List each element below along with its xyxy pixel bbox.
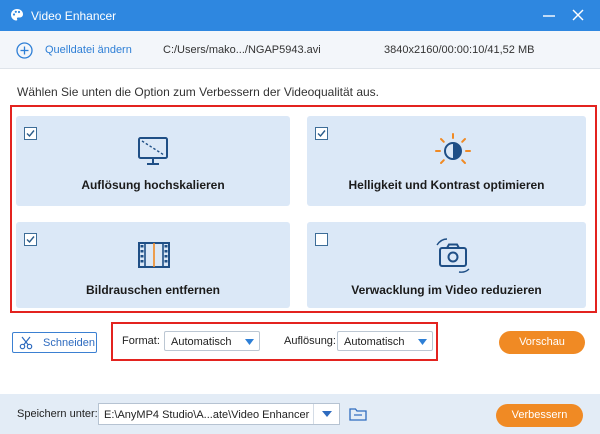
- resolution-value: Automatisch: [344, 336, 405, 348]
- title-bar: Video Enhancer: [0, 0, 600, 31]
- source-path: C:/Users/mako.../NGAP5943.avi: [163, 44, 321, 56]
- cut-button[interactable]: Schneiden: [12, 332, 97, 353]
- format-label: Format:: [122, 335, 160, 347]
- resolution-select[interactable]: Automatisch: [337, 331, 433, 351]
- palette-icon: [11, 9, 23, 21]
- option-card-upscale[interactable]: Auflösung hochskalieren: [16, 116, 290, 206]
- film-denoise-icon: [138, 242, 170, 268]
- source-bar: Quelldatei ändern C:/Users/mako.../NGAP5…: [0, 31, 600, 69]
- chevron-down-icon: [418, 339, 427, 345]
- folder-icon[interactable]: [349, 406, 367, 422]
- monitor-upscale-icon: [138, 137, 168, 165]
- stabilize-checkbox[interactable]: [315, 233, 328, 246]
- format-select[interactable]: Automatisch: [164, 331, 260, 351]
- checkmark-icon: [317, 130, 326, 138]
- stabilize-label: Verwacklung im Video reduzieren: [351, 283, 542, 297]
- source-metadata: 3840x2160/00:00:10/41,52 MB: [384, 44, 535, 56]
- checkmark-icon: [26, 130, 35, 138]
- upscale-checkbox[interactable]: [24, 127, 37, 140]
- save-path-select[interactable]: E:\AnyMP4 Studio\A...ate\Video Enhancer: [98, 403, 340, 425]
- footer-bar: Speichern unter: E:\AnyMP4 Studio\A...at…: [0, 394, 600, 434]
- window-title: Video Enhancer: [31, 9, 117, 23]
- option-card-brightness[interactable]: Helligkeit und Kontrast optimieren: [307, 116, 586, 206]
- brightness-checkbox[interactable]: [315, 127, 328, 140]
- chevron-down-icon: [322, 411, 332, 417]
- resolution-label: Auflösung:: [284, 335, 336, 347]
- option-card-stabilize[interactable]: Verwacklung im Video reduzieren: [307, 222, 586, 308]
- chevron-down-icon: [245, 339, 254, 345]
- denoise-checkbox[interactable]: [24, 233, 37, 246]
- minimize-icon[interactable]: [542, 7, 556, 23]
- brightness-icon: [435, 133, 471, 164]
- change-source-label: Quelldatei ändern: [45, 44, 132, 56]
- scissors-icon: [19, 336, 33, 349]
- instruction-text: Wählen Sie unten die Option zum Verbesse…: [17, 85, 380, 99]
- upscale-label: Auflösung hochskalieren: [81, 178, 225, 192]
- denoise-label: Bildrauschen entfernen: [85, 283, 221, 297]
- change-source-button[interactable]: Quelldatei ändern: [16, 41, 132, 59]
- save-path-value: E:\AnyMP4 Studio\A...ate\Video Enhancer: [104, 409, 310, 421]
- plus-circle-icon: [16, 41, 33, 59]
- camera-shake-icon: [436, 238, 470, 273]
- brightness-label: Helligkeit und Kontrast optimieren: [348, 178, 545, 192]
- output-settings-frame: Format: Automatisch Auflösung: Automatis…: [111, 322, 438, 361]
- option-card-denoise[interactable]: Bildrauschen entfernen: [16, 222, 290, 308]
- close-icon[interactable]: [570, 7, 586, 23]
- save-path-dropdown[interactable]: [313, 404, 339, 424]
- format-value: Automatisch: [171, 336, 232, 348]
- enhance-button[interactable]: Verbessern: [496, 404, 583, 427]
- checkmark-icon: [26, 236, 35, 244]
- save-to-label: Speichern unter:: [17, 408, 98, 420]
- cut-button-label: Schneiden: [43, 336, 95, 349]
- preview-button[interactable]: Vorschau: [499, 331, 585, 354]
